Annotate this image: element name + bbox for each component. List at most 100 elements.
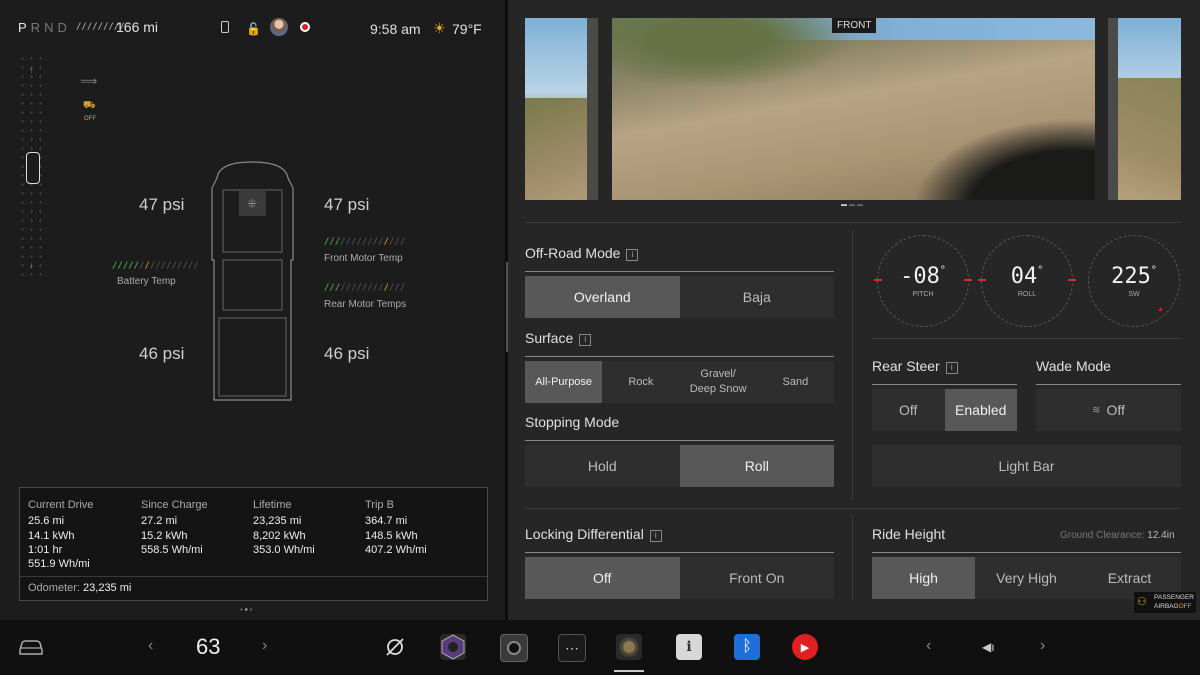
offroad-mode-selector: Overland Baja: [525, 276, 834, 318]
offroad-option-overland[interactable]: Overland: [525, 276, 680, 318]
info-icon[interactable]: i: [579, 334, 592, 346]
info-icon[interactable]: i: [649, 530, 662, 542]
rear-motor-temp-gauge: ///////////////: [324, 283, 406, 293]
traction-off-icon: ⛟: [83, 100, 96, 111]
gear-selector: PRND: [18, 20, 71, 35]
surface-title: Surface i: [525, 330, 592, 346]
phone-key-icon[interactable]: [221, 21, 229, 33]
ride-height-title: Ride Height: [872, 526, 946, 542]
svg-text:⁜: ⁜: [247, 197, 257, 211]
ride-height-option-high[interactable]: High: [872, 557, 975, 599]
surface-option-sand[interactable]: Sand: [756, 361, 834, 403]
info-icon[interactable]: i: [626, 249, 639, 261]
rear-steer-selector: Off Enabled: [872, 389, 1017, 431]
offroad-option-baja[interactable]: Baja: [679, 276, 834, 318]
airbag-icon: ⚇: [1137, 596, 1147, 608]
rear-steer-option-enabled[interactable]: Enabled: [944, 389, 1017, 431]
slider-vehicle-icon: [26, 152, 40, 184]
steering-indicator-icon: ▲: [1157, 306, 1164, 313]
wade-icon: ≋: [1092, 404, 1101, 416]
rear-motor-temp-label: Rear Motor Temps: [324, 299, 407, 310]
page-dots[interactable]: ▪▪▪: [240, 605, 255, 614]
camera-front[interactable]: FRONT: [612, 18, 1095, 200]
wade-mode-button[interactable]: ≋ Off: [1036, 389, 1181, 431]
vehicle-icon[interactable]: [18, 638, 44, 656]
stopping-option-roll[interactable]: Roll: [679, 445, 834, 487]
volume-decrease-icon[interactable]: ‹: [926, 637, 931, 655]
volume-icon[interactable]: ◀ı: [982, 640, 995, 654]
temp-increase-icon[interactable]: ›: [262, 637, 267, 655]
truck-diagram: ⁜: [211, 161, 294, 401]
tire-rear-right: 46 psi: [324, 344, 370, 363]
temp-setpoint[interactable]: 63: [196, 634, 220, 660]
record-icon[interactable]: [300, 22, 310, 32]
gear-n: N: [44, 20, 55, 35]
tire-front-right: 47 psi: [324, 195, 370, 214]
camera-label: FRONT: [832, 18, 877, 33]
stopping-option-hold[interactable]: Hold: [525, 445, 680, 487]
locking-option-front-on[interactable]: Front On: [679, 557, 834, 599]
ride-height-option-very-high[interactable]: Very High: [975, 557, 1078, 599]
gear-p: P: [18, 20, 28, 35]
gear-d: D: [57, 20, 68, 35]
camera-left[interactable]: [525, 18, 598, 200]
locking-option-off[interactable]: Off: [525, 557, 680, 599]
media-app-icon[interactable]: ▶: [792, 634, 818, 660]
sun-icon: ☀: [433, 20, 446, 36]
unlock-icon[interactable]: 🔓: [246, 22, 261, 36]
wade-mode-title: Wade Mode: [1036, 358, 1111, 374]
stats-current-drive: Current Drive 25.6 mi 14.1 kWh 1:01 hr 5…: [28, 499, 94, 571]
avatar[interactable]: [270, 18, 288, 36]
locking-diff-selector: Off Front On: [525, 557, 834, 599]
locking-diff-title: Locking Differential i: [525, 526, 662, 542]
battery-temp-gauge: ////////////////: [112, 261, 199, 271]
slider-up-icon[interactable]: ↑: [29, 65, 34, 75]
surface-option-rock[interactable]: Rock: [602, 361, 680, 403]
roll-gauge: 04° ROLL: [978, 235, 1076, 327]
stopping-mode-selector: Hold Roll: [525, 445, 834, 487]
steering-wheel-gauge: 225° SW ▲: [1088, 235, 1180, 327]
stats-lifetime: Lifetime 23,235 mi 8,202 kWh 353.0 Wh/mi: [253, 499, 315, 556]
odometer: Odometer: 23,235 mi: [28, 582, 132, 594]
info-app-icon[interactable]: i: [676, 634, 702, 660]
clock: 9:58 am: [370, 21, 421, 37]
outside-temperature: 79°F: [452, 21, 482, 37]
tire-front-left: 47 psi: [139, 195, 185, 214]
camera-right[interactable]: [1108, 18, 1181, 200]
stats-trip-b: Trip B 364.7 mi 148.5 kWh 407.2 Wh/mi: [365, 499, 427, 556]
gear-r: R: [30, 20, 42, 35]
stopping-mode-title: Stopping Mode: [525, 414, 620, 430]
fan-off-icon[interactable]: [384, 636, 406, 658]
bluetooth-icon[interactable]: ᛒ: [734, 634, 760, 660]
rear-steer-title: Rear Steer i: [872, 358, 958, 374]
offroad-mode-title: Off-Road Mode i: [525, 245, 639, 261]
front-motor-temp-label: Front Motor Temp: [324, 253, 403, 264]
camera-app-icon[interactable]: [500, 634, 528, 662]
light-bar-button[interactable]: Light Bar: [872, 445, 1181, 487]
front-motor-temp-gauge: ///////////////: [324, 237, 406, 247]
trip-stats-card: Current Drive 25.6 mi 14.1 kWh 1:01 hr 5…: [19, 487, 488, 601]
info-icon[interactable]: i: [945, 362, 958, 374]
camera-page-dots[interactable]: ▬▬▬: [841, 202, 865, 208]
bottom-bar: [0, 620, 1200, 675]
hexagon-app-icon[interactable]: [440, 634, 466, 660]
rear-steer-option-off[interactable]: Off: [872, 389, 945, 431]
tire-rear-left: 46 psi: [139, 344, 185, 363]
left-panel: PRND ///////// 166 mi 🔓 9:58 am ☀ 79°F ↑…: [0, 0, 505, 620]
stats-since-charge: Since Charge 27.2 mi 15.2 kWh 558.5 Wh/m…: [141, 499, 208, 556]
surface-option-gravel-deep-snow[interactable]: Gravel/ Deep Snow: [679, 361, 757, 403]
volume-increase-icon[interactable]: ›: [1040, 637, 1045, 655]
slider-down-icon[interactable]: ↓: [29, 260, 34, 270]
passenger-airbag-indicator: ⚇ PASSENGER AIRBAGOFF: [1134, 592, 1196, 613]
traction-off-label: OFF: [84, 116, 96, 122]
headlight-icon: ⟹: [80, 74, 98, 88]
temp-decrease-icon[interactable]: ‹: [148, 637, 153, 655]
offroad-app-icon[interactable]: [616, 634, 642, 660]
surface-selector: All-Purpose Rock Gravel/ Deep Snow Sand: [525, 361, 834, 403]
range-value: 166 mi: [116, 19, 159, 35]
battery-temp-label: Battery Temp: [117, 276, 176, 287]
more-apps-icon[interactable]: ⋯: [558, 634, 586, 662]
surface-option-all-purpose[interactable]: All-Purpose: [525, 361, 603, 403]
pitch-gauge: -08° PITCH: [874, 235, 972, 327]
ground-clearance: Ground Clearance: 12.4in: [1060, 530, 1175, 541]
